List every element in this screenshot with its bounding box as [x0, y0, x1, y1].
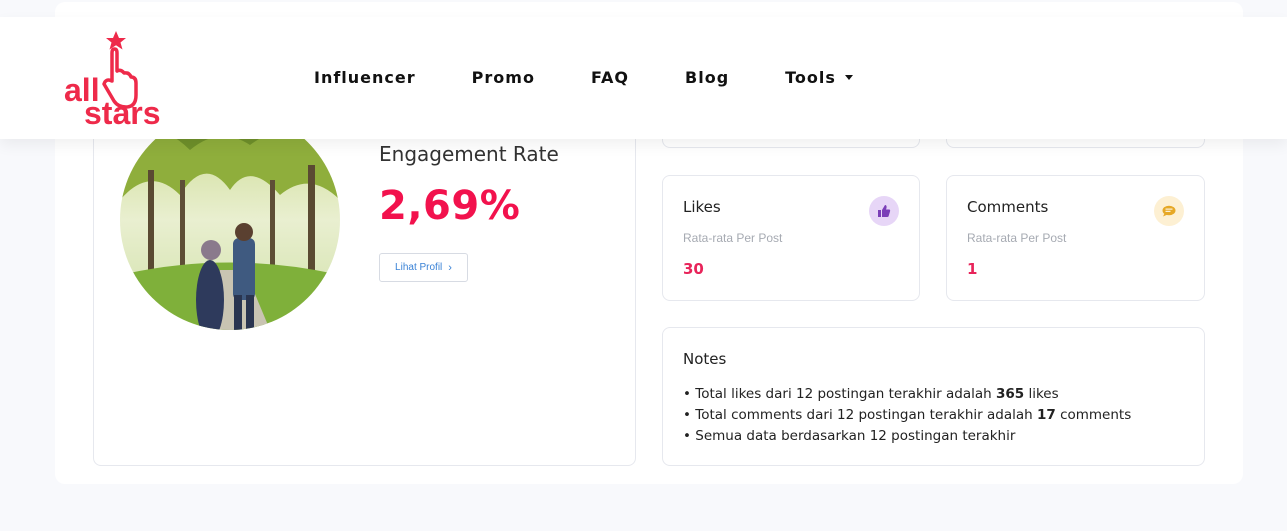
likes-subtitle: Rata-rata Per Post — [683, 231, 783, 245]
nav-tools-dropdown[interactable]: Tools — [785, 68, 853, 87]
main-nav: Influencer Promo FAQ Blog Tools — [314, 68, 909, 87]
comments-value: 1 — [967, 260, 978, 278]
logo-icon: all stars — [64, 31, 161, 131]
site-header: all stars Influencer Promo FAQ Blog Tool… — [0, 17, 1287, 139]
profile-avatar — [120, 110, 340, 330]
view-profile-button[interactable]: Lihat Profil › — [379, 253, 468, 282]
nav-influencer[interactable]: Influencer — [314, 68, 416, 87]
allstars-logo[interactable]: all stars — [62, 31, 166, 131]
thumbs-up-icon — [869, 196, 899, 226]
note-item: Total likes dari 12 postingan terakhir a… — [683, 384, 1131, 405]
nav-faq[interactable]: FAQ — [591, 68, 629, 87]
caret-down-icon — [844, 75, 853, 80]
notes-list: Total likes dari 12 postingan terakhir a… — [683, 384, 1131, 447]
likes-title: Likes — [683, 198, 721, 216]
notes-card: Notes Total likes dari 12 postingan tera… — [662, 327, 1205, 466]
notes-title: Notes — [683, 350, 727, 368]
comments-subtitle: Rata-rata Per Post — [967, 231, 1067, 245]
note-item: Semua data berdasarkan 12 postingan tera… — [683, 426, 1131, 447]
likes-card: Likes Rata-rata Per Post 30 — [662, 175, 920, 301]
engagement-rate-value: 2,69% — [379, 183, 521, 229]
speech-bubble-icon — [1154, 196, 1184, 226]
engagement-rate-label: Engagement Rate — [379, 142, 559, 166]
profile-photo — [120, 110, 340, 330]
comments-title: Comments — [967, 198, 1049, 216]
nav-promo[interactable]: Promo — [472, 68, 535, 87]
comments-card: Comments Rata-rata Per Post 1 — [946, 175, 1205, 301]
svg-text:stars: stars — [84, 95, 161, 127]
note-item: Total comments dari 12 postingan terakhi… — [683, 405, 1131, 426]
likes-value: 30 — [683, 260, 704, 278]
chevron-right-icon: › — [448, 261, 452, 274]
nav-blog[interactable]: Blog — [685, 68, 729, 87]
